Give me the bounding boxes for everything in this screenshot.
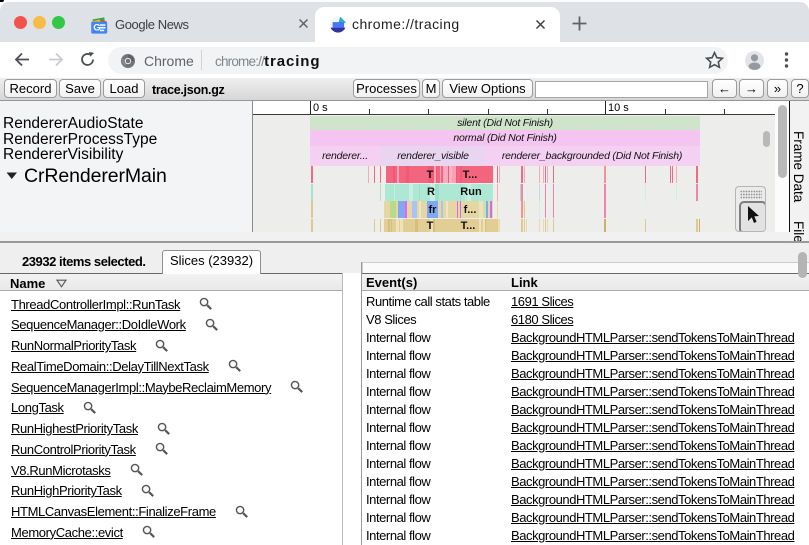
svg-text:G: G: [93, 23, 100, 34]
